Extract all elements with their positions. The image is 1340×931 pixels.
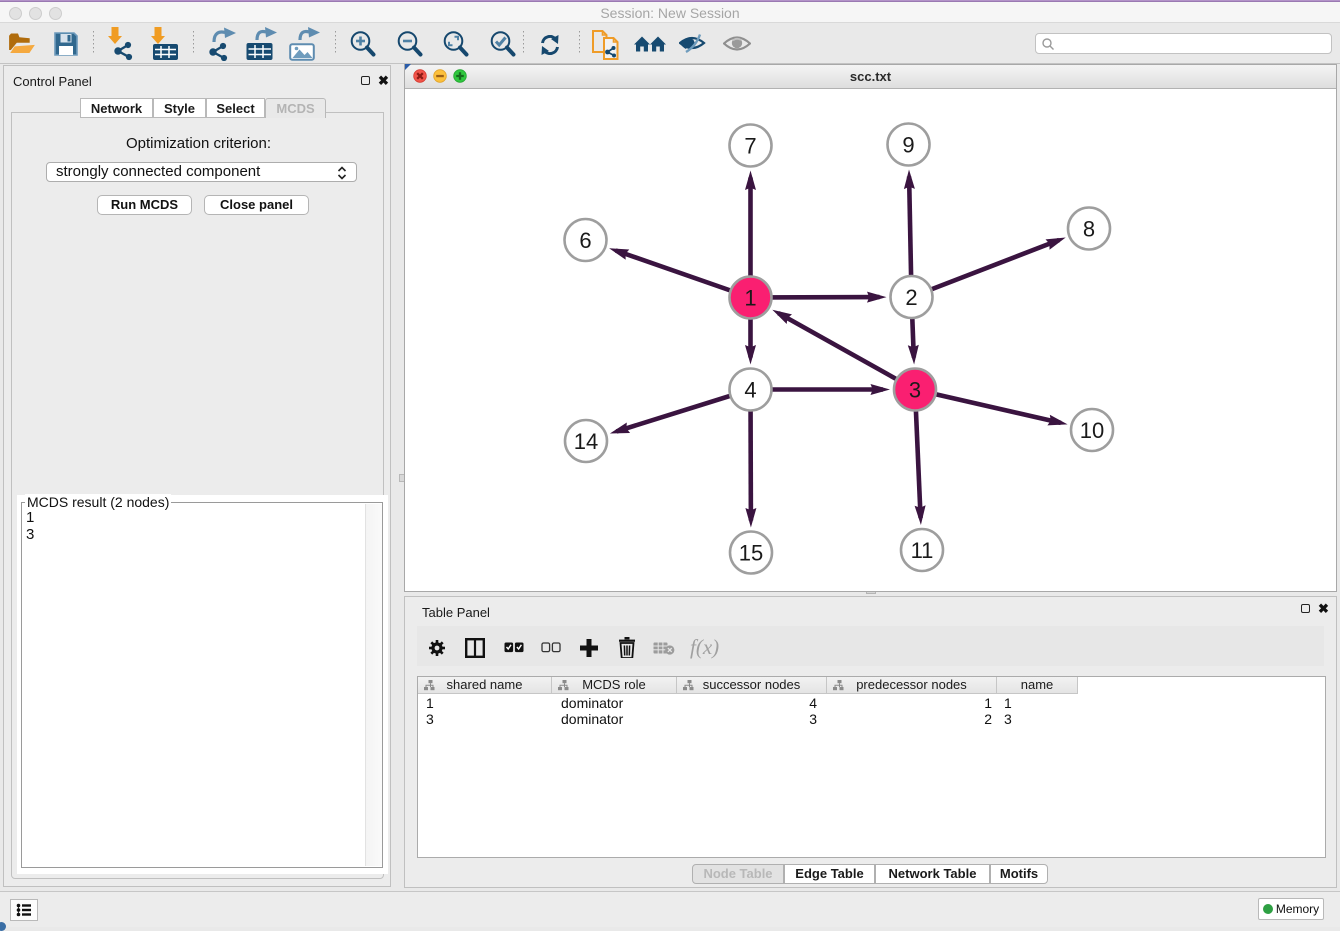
svg-text:15: 15 [739, 541, 763, 566]
svg-text:14: 14 [574, 429, 598, 454]
svg-text:2: 2 [905, 285, 917, 310]
svg-text:3: 3 [909, 378, 921, 403]
svg-text:11: 11 [911, 538, 934, 563]
svg-text:6: 6 [579, 228, 591, 253]
svg-text:1: 1 [744, 286, 756, 311]
svg-text:10: 10 [1080, 418, 1104, 443]
svg-text:8: 8 [1083, 217, 1095, 242]
svg-text:7: 7 [744, 134, 756, 159]
svg-text:9: 9 [902, 133, 914, 158]
svg-text:4: 4 [744, 378, 756, 403]
